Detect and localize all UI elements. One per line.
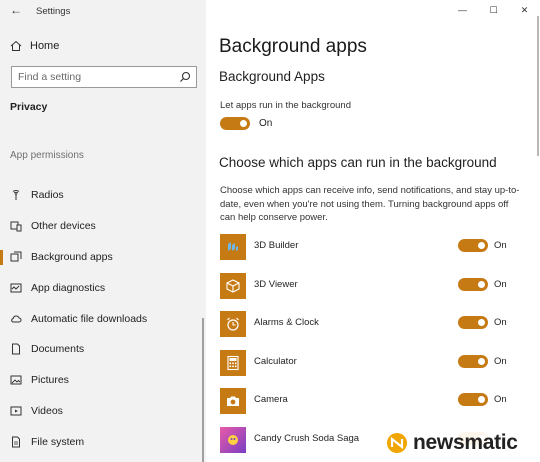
app-state: On — [494, 394, 507, 406]
sidebar-item-label: Other devices — [31, 220, 96, 233]
sidebar-item-label: Videos — [31, 404, 63, 417]
sidebar-item-label: Background apps — [31, 250, 113, 263]
master-toggle-state: On — [259, 118, 273, 129]
home-icon — [10, 40, 22, 51]
3d-builder-icon — [220, 234, 246, 260]
app-row-3d-viewer: 3D Viewer On — [220, 272, 520, 312]
sidebar-item-radios[interactable]: Radios — [0, 180, 206, 211]
app-row-calculator: Calculator On — [220, 349, 520, 389]
close-button[interactable]: ✕ — [509, 0, 540, 20]
app-toggle-3d-builder[interactable] — [458, 239, 488, 252]
title-bar: ← Settings — [0, 0, 206, 24]
section-title-app-permissions: App permissions — [10, 150, 84, 161]
newsmatic-watermark: newsmatic — [380, 424, 540, 462]
sidebar-item-background-apps[interactable]: Background apps — [0, 242, 206, 273]
sidebar-item-label: Documents — [31, 343, 85, 356]
sidebar-item-label: File system — [31, 435, 85, 448]
app-toggle-calculator[interactable] — [458, 354, 488, 368]
app-row-alarms-clock: Alarms & Clock On — [220, 311, 520, 350]
background-apps-icon — [10, 251, 22, 263]
watermark-text: newsmatic — [413, 431, 518, 454]
app-name: 3D Viewer — [254, 278, 298, 290]
devices-icon — [10, 220, 22, 232]
nav-home[interactable]: Home — [10, 40, 59, 52]
nav-home-label: Home — [30, 40, 60, 52]
search-input[interactable] — [18, 71, 168, 83]
newsmatic-logo-icon — [387, 433, 407, 453]
diagnostics-icon — [10, 282, 22, 294]
app-name: 3D Builder — [254, 240, 299, 251]
minimize-button[interactable]: — — [447, 0, 478, 20]
sidebar-item-other-devices[interactable]: Other devices — [0, 211, 206, 242]
candy-crush-icon — [220, 426, 246, 453]
calculator-icon — [220, 349, 246, 376]
sidebar-item-label: Automatic file downloads — [31, 312, 148, 325]
sidebar-item-automatic-file-downloads[interactable]: Automatic file downloads — [0, 303, 206, 334]
app-name: Calculator — [254, 355, 297, 367]
section-title-privacy: Privacy — [10, 101, 48, 113]
sidebar-item-label: App diagnostics — [31, 281, 106, 294]
let-apps-run-label: Let apps run in the background — [220, 100, 351, 111]
camera-icon — [220, 388, 246, 415]
app-row-camera: Camera On — [220, 388, 520, 427]
app-name: Camera — [254, 394, 288, 406]
app-state: On — [494, 278, 507, 290]
sidebar-item-pictures[interactable]: Pictures — [0, 365, 206, 396]
sidebar: ← Settings Home Privacy App permissions … — [0, 0, 206, 462]
app-row-3d-builder: 3D Builder On — [220, 234, 520, 273]
app-toggle-3d-viewer[interactable] — [458, 277, 488, 291]
window-title: Settings — [36, 6, 71, 17]
section-heading-background-apps: Background Apps — [219, 69, 325, 84]
sidebar-item-videos[interactable]: Videos — [0, 396, 206, 427]
app-state: On — [494, 317, 507, 329]
file-system-icon — [10, 436, 22, 448]
app-state: On — [494, 355, 507, 367]
app-toggle-camera[interactable] — [458, 393, 488, 407]
app-name: Alarms & Clock — [254, 317, 319, 329]
sidebar-nav-list: Radios Other devices Background apps App… — [0, 180, 206, 457]
background-apps-master-toggle[interactable] — [220, 117, 250, 130]
master-toggle-row: On — [220, 117, 272, 130]
section-heading-choose-apps: Choose which apps can run in the backgro… — [219, 155, 497, 170]
cloud-icon — [10, 313, 22, 325]
picture-icon — [10, 374, 22, 386]
back-arrow-icon[interactable]: ← — [10, 3, 22, 17]
sidebar-scrollbar[interactable] — [202, 318, 204, 462]
sidebar-item-app-diagnostics[interactable]: App diagnostics — [0, 272, 206, 303]
app-name: Candy Crush Soda Saga — [254, 432, 360, 444]
3d-viewer-icon — [220, 272, 246, 299]
description-text: Choose which apps can receive info, send… — [220, 185, 520, 223]
radio-icon — [10, 189, 22, 201]
main-scrollbar[interactable] — [537, 16, 539, 156]
sidebar-item-file-system[interactable]: File system — [0, 426, 206, 457]
video-icon — [10, 405, 22, 417]
search-icon[interactable] — [179, 71, 191, 83]
maximize-button[interactable]: ☐ — [478, 0, 509, 20]
window-controls: — ☐ ✕ — [420, 0, 540, 20]
alarm-clock-icon — [220, 311, 246, 338]
app-state: On — [494, 240, 507, 251]
search-box[interactable] — [11, 66, 197, 88]
sidebar-item-label: Pictures — [31, 374, 69, 387]
page-title: Background apps — [219, 36, 367, 57]
document-icon — [10, 343, 22, 355]
sidebar-item-documents[interactable]: Documents — [0, 334, 206, 365]
app-toggle-alarms-clock[interactable] — [458, 316, 488, 330]
sidebar-item-label: Radios — [31, 189, 64, 202]
